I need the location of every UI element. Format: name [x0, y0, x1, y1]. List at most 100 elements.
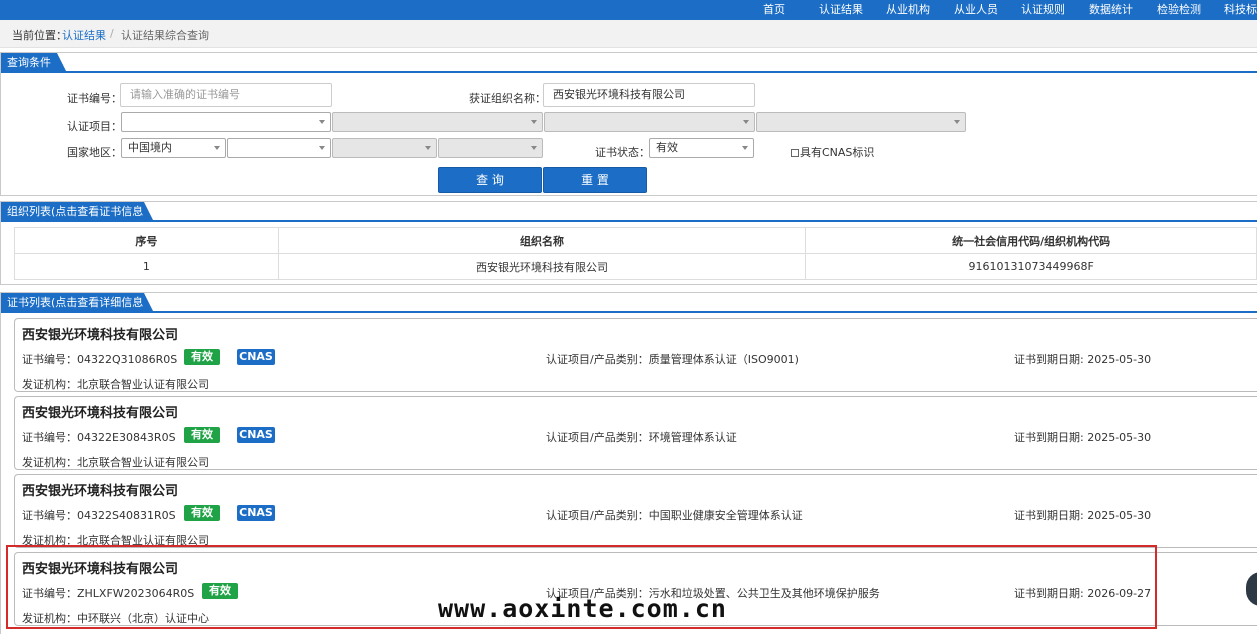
nav-personnel[interactable]: 从业人员 — [954, 1, 998, 17]
reset-button[interactable]: 重 置 — [543, 167, 647, 193]
cert-card-expiry: 证书到期日期: 2025-05-30 — [1014, 507, 1151, 523]
item-value: 环境管理体系认证 — [648, 431, 737, 444]
row-index: 1 — [14, 253, 279, 280]
org-name-label: 获证组织名称： — [469, 92, 546, 105]
cert-card-issuer: 发证机构：中环联兴（北京）认证中心 — [22, 610, 209, 626]
cert-card-item: 认证项目/产品类别：中国职业健康安全管理体系认证 — [546, 507, 803, 523]
cert-card-item: 认证项目/产品类别：质量管理体系认证（ISO9001) — [546, 351, 799, 367]
status-badge: 有效 — [202, 583, 238, 599]
cert-card-no: 证书编号：04322Q31086R0S — [22, 351, 177, 367]
nav-cert-results[interactable]: 认证结果 — [819, 1, 863, 17]
query-panel: 查询条件 证书编号： 请输入准确的证书编号 获证组织名称： 西安银光环境科技有限… — [0, 52, 1257, 196]
status-badge: 有效 — [184, 505, 220, 521]
cert-no-value: 04322Q31086R0S — [77, 353, 178, 366]
cnas-badge: CNAS — [237, 427, 275, 443]
chevron-down-icon — [319, 120, 325, 124]
cert-card[interactable]: 西安银光环境科技有限公司 证书编号：04322E30843R0S 有效 CNAS… — [14, 396, 1257, 470]
nav-rules[interactable]: 认证规则 — [1021, 1, 1065, 17]
cert-card-expiry: 证书到期日期: 2025-05-30 — [1014, 429, 1151, 445]
cert-card-item: 认证项目/产品类别：环境管理体系认证 — [546, 429, 737, 445]
org-name-input[interactable]: 西安银光环境科技有限公司 — [543, 83, 755, 107]
row-credit-code: 91610131073449968F — [805, 253, 1257, 280]
query-button[interactable]: 查 询 — [438, 167, 542, 193]
item-prefix: 认证项目/产品类别： — [546, 353, 649, 366]
watermark-text: www.aoxinte.com.cn — [438, 594, 727, 623]
cert-no-input[interactable]: 请输入准确的证书编号 — [120, 83, 332, 107]
cert-card-issuer: 发证机构：北京联合智业认证有限公司 — [22, 376, 209, 392]
cert-card[interactable]: 西安银光环境科技有限公司 证书编号：04322S40831R0S 有效 CNAS… — [14, 474, 1257, 548]
city-select[interactable] — [332, 138, 437, 158]
cert-item-select-2[interactable] — [332, 112, 543, 132]
org-list-header: 组织列表(点击查看证书信息) — [1, 202, 1257, 222]
nav-tech-standards[interactable]: 科技标 — [1224, 1, 1257, 17]
region-label: 国家地区： — [67, 146, 122, 159]
nav-inspection[interactable]: 检验检测 — [1157, 1, 1201, 17]
cert-card-no: 证书编号：04322S40831R0S — [22, 507, 176, 523]
item-value: 中国职业健康安全管理体系认证 — [648, 509, 803, 522]
issuer-value: 北京联合智业认证有限公司 — [77, 534, 209, 547]
cert-card-org: 西安银光环境科技有限公司 — [22, 562, 179, 577]
expiry-prefix: 证书到期日期: — [1014, 431, 1088, 444]
breadcrumb-current: 认证结果综合查询 — [121, 29, 209, 42]
table-row[interactable]: 1 西安银光环境科技有限公司 91610131073449968F — [14, 253, 1257, 280]
cert-card-no: 证书编号：ZHLXFW2023064R0S — [22, 585, 194, 601]
status-badge: 有效 — [184, 427, 220, 443]
expiry-value: 2026-09-27 — [1087, 587, 1152, 600]
cert-no-prefix: 证书编号： — [22, 431, 77, 444]
region-select[interactable]: 中国境内 — [121, 138, 226, 158]
cert-card-org: 西安银光环境科技有限公司 — [22, 406, 179, 421]
status-label: 证书状态： — [595, 146, 650, 159]
cert-item-select-4[interactable] — [756, 112, 966, 132]
issuer-prefix: 发证机构： — [22, 378, 77, 391]
expiry-value: 2025-05-30 — [1087, 509, 1152, 522]
col-index: 序号 — [14, 227, 279, 254]
cert-no-prefix: 证书编号： — [22, 353, 77, 366]
cert-no-label: 证书编号： — [67, 92, 122, 105]
province-select[interactable] — [227, 138, 331, 158]
cnas-badge: CNAS — [237, 349, 275, 365]
issuer-value: 北京联合智业认证有限公司 — [77, 456, 209, 469]
row-org-name[interactable]: 西安银光环境科技有限公司 — [277, 253, 807, 280]
query-panel-header: 查询条件 — [1, 53, 1257, 73]
issuer-value: 北京联合智业认证有限公司 — [77, 378, 209, 391]
item-prefix: 认证项目/产品类别： — [546, 509, 649, 522]
query-panel-title: 查询条件 — [1, 53, 67, 73]
cnas-badge: CNAS — [237, 505, 275, 521]
nav-statistics[interactable]: 数据统计 — [1089, 1, 1133, 17]
issuer-prefix: 发证机构： — [22, 456, 77, 469]
nav-home[interactable]: 首页 — [763, 1, 785, 17]
nav-institutions[interactable]: 从业机构 — [886, 1, 930, 17]
cert-list-header: 证书列表(点击查看详细信息) — [1, 293, 1257, 313]
cert-item-select-1[interactable] — [121, 112, 331, 132]
cnas-checkbox[interactable]: 具有CNAS标识 — [791, 144, 874, 160]
cert-item-label: 认证项目： — [67, 120, 122, 133]
chevron-down-icon — [214, 146, 220, 150]
breadcrumb-label: 当前位置： — [12, 29, 67, 42]
expiry-prefix: 证书到期日期: — [1014, 353, 1088, 366]
expiry-value: 2025-05-30 — [1087, 353, 1152, 366]
checkbox-box[interactable] — [791, 149, 799, 157]
chevron-down-icon — [954, 120, 960, 124]
cert-card-no: 证书编号：04322E30843R0S — [22, 429, 176, 445]
chevron-down-icon — [742, 146, 748, 150]
cert-card-org: 西安银光环境科技有限公司 — [22, 484, 179, 499]
cert-item-select-3[interactable] — [544, 112, 755, 132]
status-select[interactable]: 有效 — [649, 138, 754, 158]
org-table: 序号 组织名称 统一社会信用代码/组织机构代码 1 西安银光环境科技有限公司 9… — [14, 227, 1257, 280]
cert-no-value: ZHLXFW2023064R0S — [77, 587, 195, 600]
breadcrumb-link-cert-results[interactable]: 认证结果 — [62, 27, 106, 43]
district-select[interactable] — [438, 138, 543, 158]
org-list-title: 组织列表(点击查看证书信息) — [1, 202, 154, 222]
breadcrumb: 当前位置： 认证结果 / 认证结果综合查询 — [0, 20, 1257, 48]
status-select-value: 有效 — [656, 141, 678, 154]
expiry-prefix: 证书到期日期: — [1014, 509, 1088, 522]
chevron-down-icon — [743, 120, 749, 124]
chevron-down-icon — [531, 120, 537, 124]
expiry-prefix: 证书到期日期: — [1014, 587, 1088, 600]
issuer-prefix: 发证机构： — [22, 534, 77, 547]
issuer-value: 中环联兴（北京）认证中心 — [77, 612, 209, 625]
cert-card[interactable]: 西安银光环境科技有限公司 证书编号：04322Q31086R0S 有效 CNAS… — [14, 318, 1257, 392]
cert-no-prefix: 证书编号： — [22, 509, 77, 522]
top-nav: 首页 认证结果 从业机构 从业人员 认证规则 数据统计 检验检测 科技标 — [0, 0, 1257, 20]
cert-no-value: 04322E30843R0S — [77, 431, 176, 444]
